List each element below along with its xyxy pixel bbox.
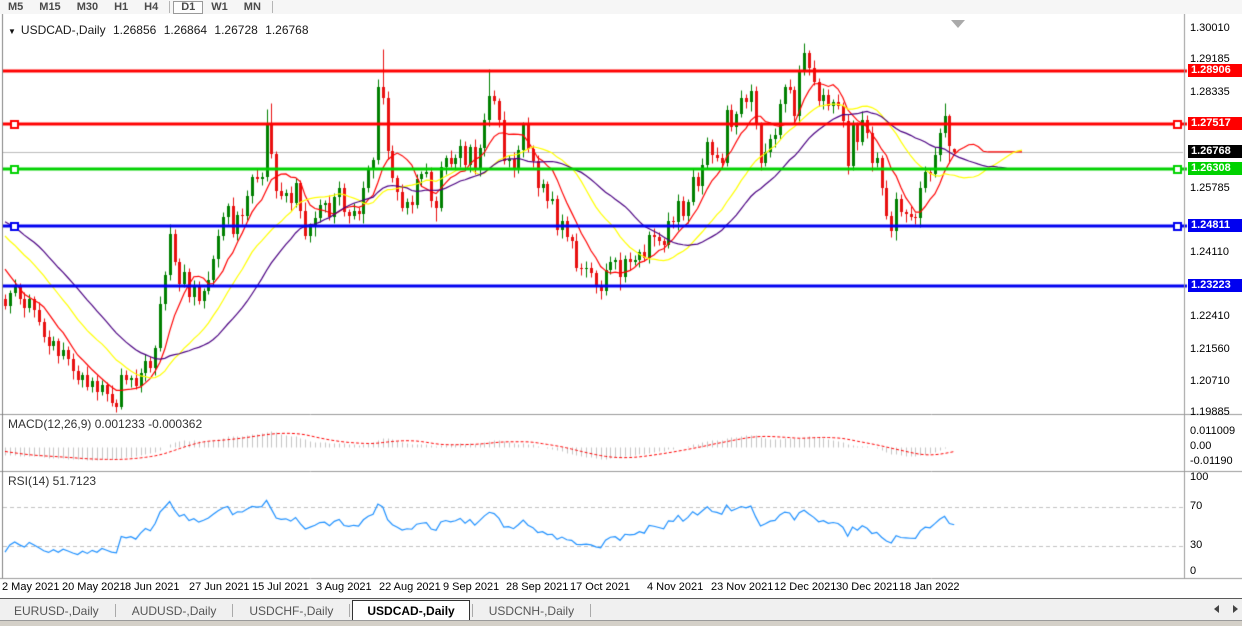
date-tick: 12 Dec 2021 xyxy=(774,581,836,593)
ohlc-low: 1.26728 xyxy=(214,23,257,37)
macd-tick: 0.00 xyxy=(1190,440,1242,452)
chart-window: ▼ USDCAD-,Daily 1.26856 1.26864 1.26728 1… xyxy=(0,14,1242,598)
date-tick: 18 Jan 2022 xyxy=(899,581,960,593)
date-tick: 30 Dec 2021 xyxy=(836,581,898,593)
timeframe-button-m30[interactable]: M30 xyxy=(69,1,106,14)
date-tick: 27 Jun 2021 xyxy=(189,581,250,593)
date-tick: 15 Jul 2021 xyxy=(252,581,309,593)
rsi-tick: 70 xyxy=(1190,500,1242,512)
price-tick: 1.24110 xyxy=(1190,246,1242,258)
hline-price-label: 1.27517 xyxy=(1188,117,1242,130)
toolbar-separator xyxy=(169,1,170,13)
symbol-label: USDCAD-,Daily xyxy=(21,23,106,37)
chart-tab-eurusd[interactable]: EURUSD-,Daily xyxy=(0,601,113,621)
macd-tick: -0.01190 xyxy=(1190,455,1242,467)
hline-price-label: 1.28906 xyxy=(1188,64,1242,77)
date-tick: 23 Nov 2021 xyxy=(711,581,773,593)
price-tick: 1.28335 xyxy=(1190,86,1242,98)
chart-tab-usdcad[interactable]: USDCAD-,Daily xyxy=(352,600,469,621)
date-tick: 9 Sep 2021 xyxy=(443,581,499,593)
rsi-tick: 100 xyxy=(1190,471,1242,483)
toolbar-separator xyxy=(272,1,273,13)
timeframe-button-d1[interactable]: D1 xyxy=(173,1,203,14)
rsi-tick: 0 xyxy=(1190,565,1242,577)
date-tick: 20 May 2021 xyxy=(62,581,126,593)
tab-separator xyxy=(472,604,473,617)
price-tick: 1.19885 xyxy=(1190,406,1242,418)
bid-price-label: 1.26768 xyxy=(1188,145,1242,158)
chart-title: ▼ USDCAD-,Daily 1.26856 1.26864 1.26728 1… xyxy=(8,23,313,37)
hline-price-label: 1.24811 xyxy=(1188,219,1242,232)
ohlc-open: 1.26856 xyxy=(113,23,156,37)
rsi-indicator-label: RSI(14) 51.7123 xyxy=(8,474,96,488)
timeframe-toolbar: M5M15M30H1H4 D1W1MN xyxy=(0,0,1242,15)
timeframe-button-m15[interactable]: M15 xyxy=(31,1,68,14)
ohlc-close: 1.26768 xyxy=(265,23,308,37)
rsi-tick: 30 xyxy=(1190,539,1242,551)
tab-separator xyxy=(590,604,591,617)
symbol-dropdown-icon[interactable]: ▼ xyxy=(8,27,16,36)
chart-tab-usdchf[interactable]: USDCHF-,Daily xyxy=(235,601,347,621)
price-tick: 1.20710 xyxy=(1190,375,1242,387)
price-tick: 1.21560 xyxy=(1190,343,1242,355)
chart-tab-bar: EURUSD-,DailyAUDUSD-,DailyUSDCHF-,DailyU… xyxy=(0,598,1242,621)
hline-price-label: 1.26308 xyxy=(1188,162,1242,175)
trading-terminal-window: M5M15M30H1H4 D1W1MN ▼ USDCAD-,Daily 1.2685… xyxy=(0,0,1242,626)
timeframe-button-h4[interactable]: H4 xyxy=(136,1,166,14)
timeframe-button-m5[interactable]: M5 xyxy=(0,1,31,14)
timeframe-button-h1[interactable]: H1 xyxy=(106,1,136,14)
tab-separator xyxy=(115,604,116,617)
chart-shift-marker-icon[interactable] xyxy=(951,20,965,28)
timeframe-button-mn[interactable]: MN xyxy=(236,1,269,14)
price-tick: 1.25785 xyxy=(1190,182,1242,194)
date-tick: 4 Nov 2021 xyxy=(647,581,703,593)
price-tick: 1.22410 xyxy=(1190,310,1242,322)
tab-scroll-right-icon[interactable] xyxy=(1233,605,1238,613)
ohlc-high: 1.26864 xyxy=(164,23,207,37)
date-tick: 2 May 2021 xyxy=(2,581,59,593)
hline-price-label: 1.23223 xyxy=(1188,279,1242,292)
tab-separator xyxy=(232,604,233,617)
date-tick: 8 Jun 2021 xyxy=(125,581,179,593)
date-tick: 28 Sep 2021 xyxy=(506,581,568,593)
chart-canvas[interactable] xyxy=(0,14,1242,598)
price-tick: 1.30010 xyxy=(1190,22,1242,34)
date-tick: 22 Aug 2021 xyxy=(379,581,441,593)
tab-scroll-arrows xyxy=(1214,605,1238,613)
macd-indicator-label: MACD(12,26,9) 0.001233 -0.000362 xyxy=(8,417,202,431)
timeframe-button-w1[interactable]: W1 xyxy=(203,1,236,14)
chart-tab-usdcnh[interactable]: USDCNH-,Daily xyxy=(475,601,588,621)
date-tick: 17 Oct 2021 xyxy=(570,581,630,593)
chart-tab-audusd[interactable]: AUDUSD-,Daily xyxy=(118,601,231,621)
tab-scroll-left-icon[interactable] xyxy=(1214,605,1219,613)
tab-separator xyxy=(349,604,350,617)
date-tick: 3 Aug 2021 xyxy=(316,581,372,593)
window-bottom-edge xyxy=(0,620,1242,626)
macd-tick: 0.011009 xyxy=(1190,425,1242,437)
